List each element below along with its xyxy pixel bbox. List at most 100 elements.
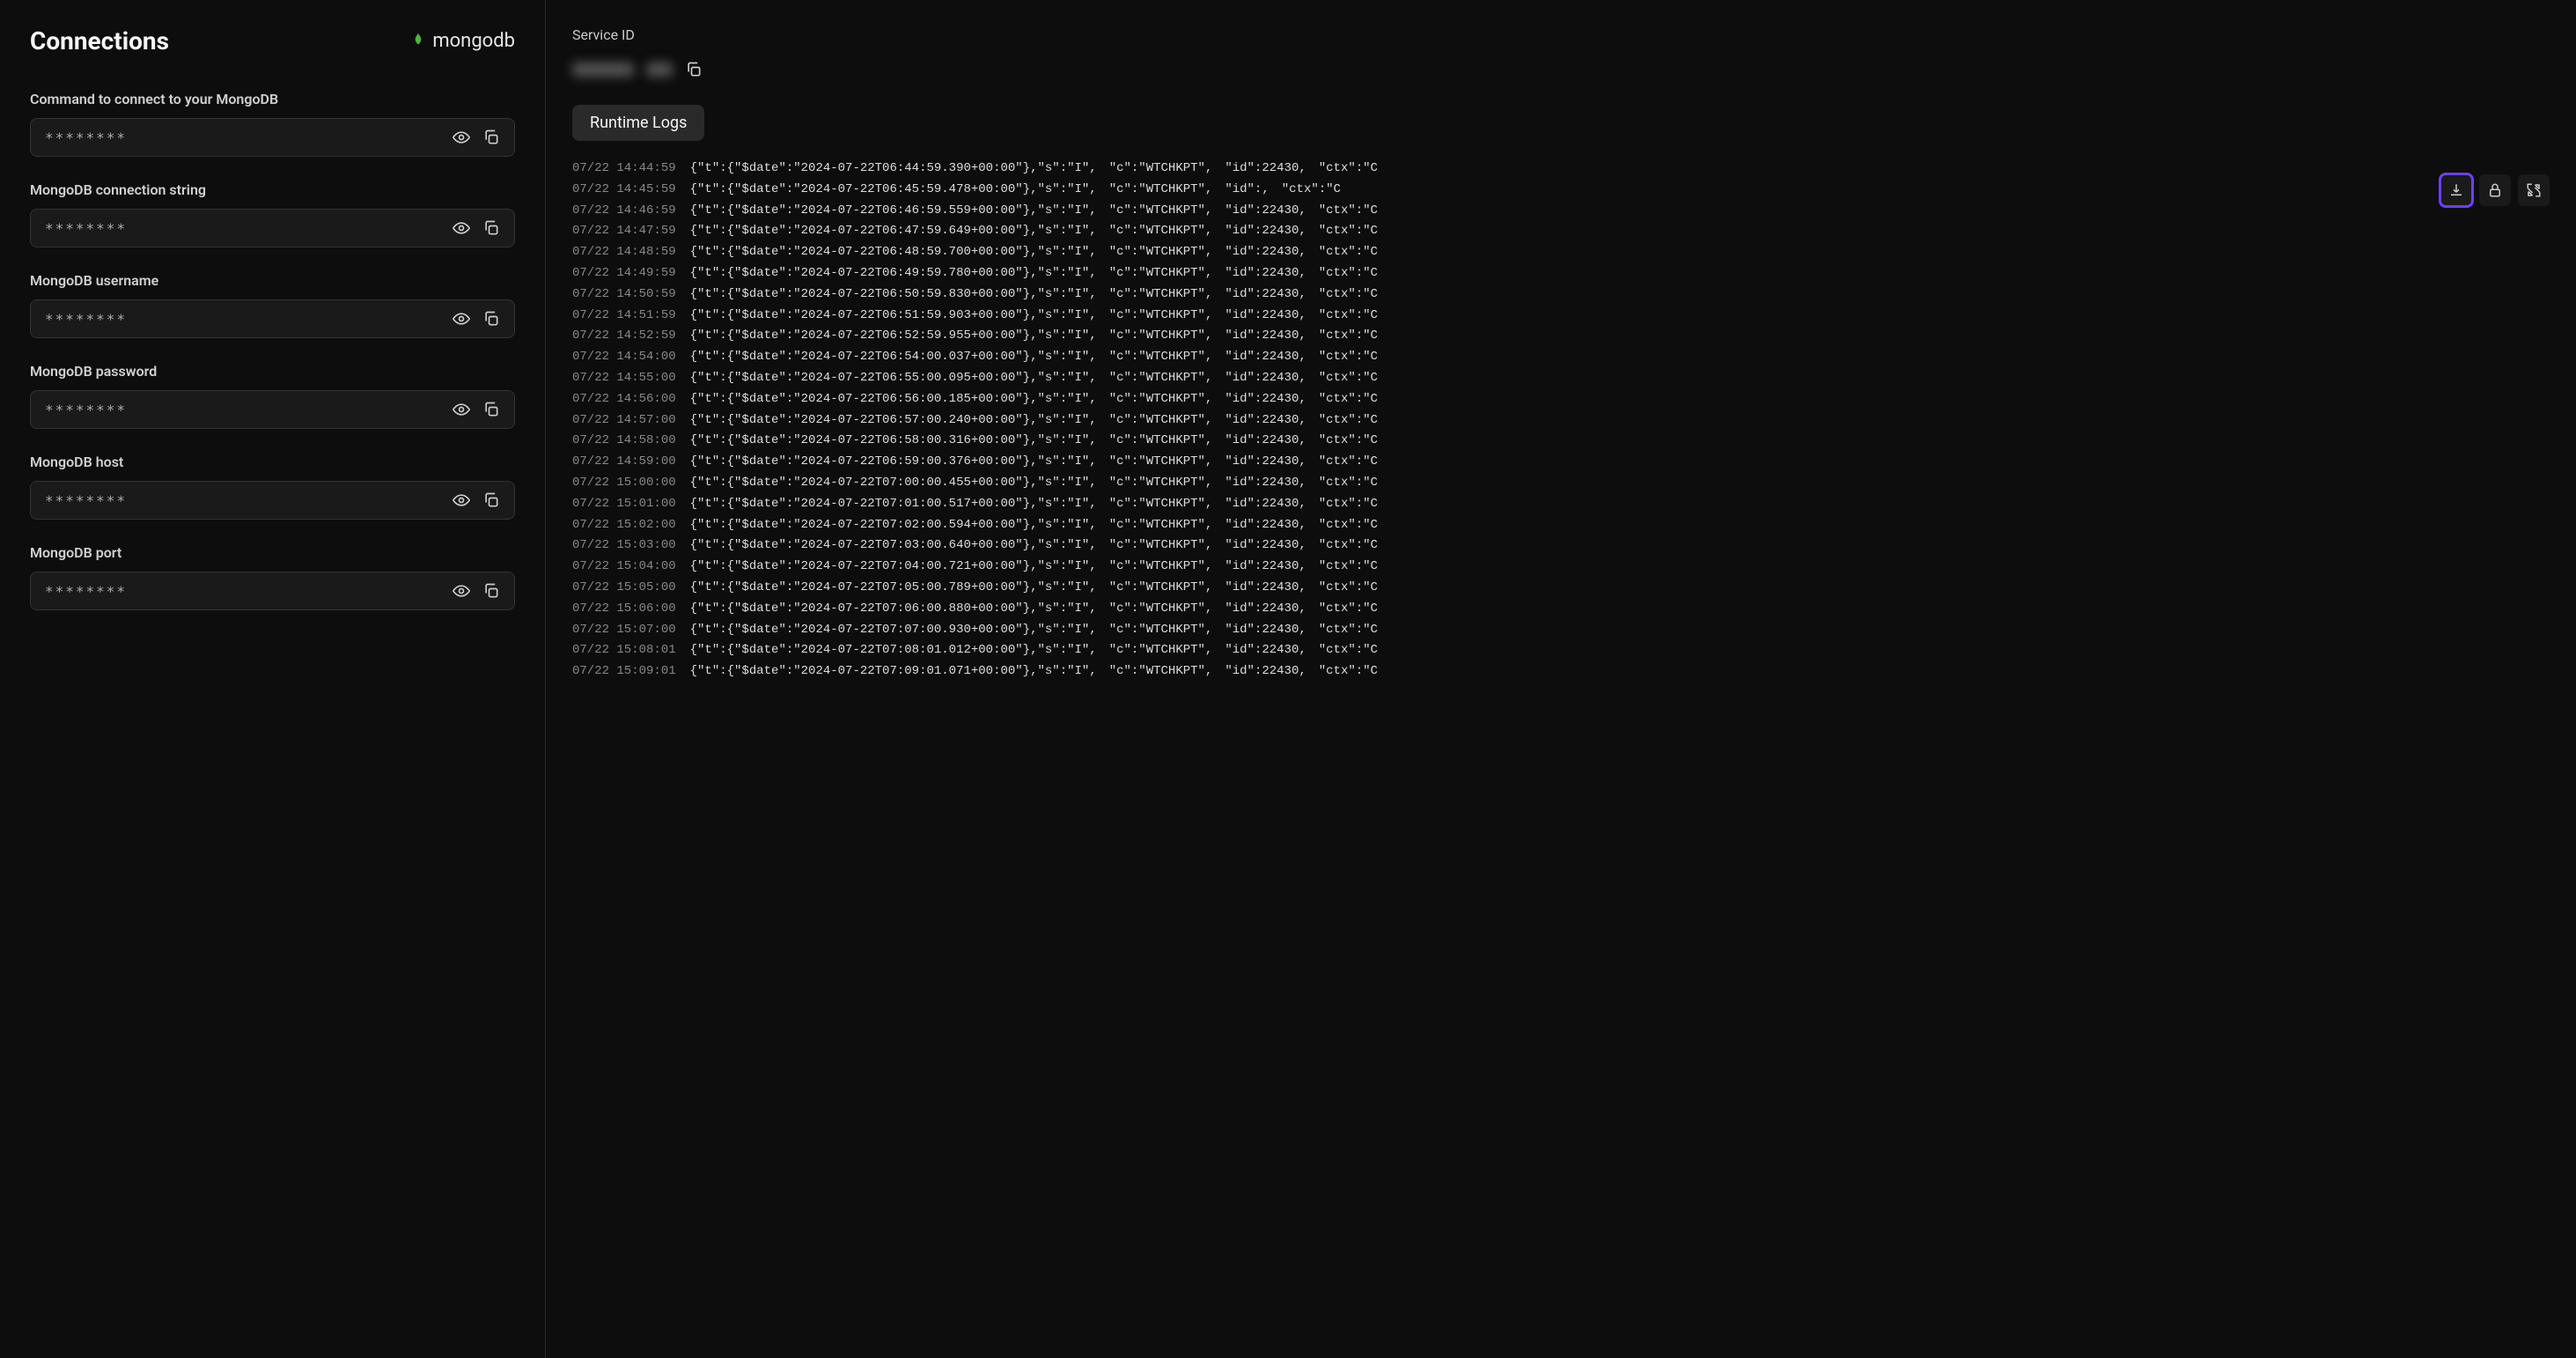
log-line: 07/22 15:02:00{"t":{"$date":"2024-07-22T…: [572, 515, 2558, 536]
log-time: 07/22 15:05:00: [572, 578, 676, 599]
log-content: {"t":{"$date":"2024-07-22T06:45:59.478+0…: [690, 180, 1341, 201]
log-line: 07/22 15:04:00 {"t":{"$date":"2024-07-22T…: [572, 557, 2558, 578]
reveal-icon[interactable]: [453, 219, 470, 237]
log-line: 07/22 14:52:59 {"t":{"$date":"2024-07-22T…: [572, 326, 2558, 347]
log-time: 07/22 14:50:59: [572, 284, 676, 306]
copy-icon[interactable]: [482, 310, 500, 328]
mongodb-label: mongodb: [432, 30, 515, 52]
field-group: MongoDB port ********: [30, 544, 515, 610]
log-line: 07/22 14:47:59 {"t":{"$date":"2024-07-22T…: [572, 221, 2558, 242]
field-label: MongoDB connection string: [30, 181, 515, 198]
copy-icon[interactable]: [482, 491, 500, 509]
log-time: 07/22 15:00:00: [572, 473, 676, 494]
log-line: 07/22 14:44:59 {"t":{"$date":"2024-07-22T…: [572, 159, 2558, 180]
service-id-row: [572, 61, 2558, 78]
field-value: ********: [45, 492, 127, 509]
logs-container[interactable]: 07/22 14:44:59 {"t":{"$date":"2024-07-22T…: [572, 159, 2558, 1358]
page-title: Connections: [30, 26, 169, 55]
log-line: 07/22 15:01:00 {"t":{"$date":"2024-07-22T…: [572, 494, 2558, 515]
log-content: {"t":{"$date":"2024-07-22T07:08:01.012+0…: [690, 640, 1378, 661]
log-time: 07/22 14:44:59: [572, 159, 676, 180]
field-box: ********: [30, 209, 515, 247]
reveal-icon[interactable]: [453, 129, 470, 146]
log-line: 07/22 14:59:00{"t":{"$date":"2024-07-22T…: [572, 452, 2558, 473]
log-content: {"t":{"$date":"2024-07-22T07:02:00.594+0…: [690, 515, 1378, 536]
log-line: 07/22 14:55:00 {"t":{"$date":"2024-07-22T…: [572, 368, 2558, 389]
log-content: {"t":{"$date":"2024-07-22T06:55:00.095+0…: [690, 368, 1378, 389]
field-box: ********: [30, 481, 515, 520]
log-content: {"t":{"$date":"2024-07-22T06:52:59.955+0…: [690, 326, 1378, 347]
field-group: MongoDB username ********: [30, 272, 515, 338]
header-row: Connections mongodb: [30, 26, 515, 55]
mongodb-badge: mongodb: [411, 30, 515, 52]
log-time: 07/22 15:07:00: [572, 620, 676, 641]
log-time: 07/22 14:51:59: [572, 306, 676, 327]
field-value: ********: [45, 311, 127, 328]
copy-icon[interactable]: [482, 401, 500, 418]
copy-icon[interactable]: [482, 129, 500, 146]
log-line: 07/22 15:09:01 {"t":{"$date":"2024-07-22T…: [572, 661, 2558, 683]
log-line: 07/22 15:06:00{"t":{"$date":"2024-07-22T…: [572, 599, 2558, 620]
log-time: 07/22 14:54:00: [572, 347, 676, 368]
copy-service-id-button[interactable]: [685, 61, 703, 78]
reveal-icon[interactable]: [453, 310, 470, 328]
log-content: {"t":{"$date":"2024-07-22T07:07:00.930+0…: [690, 620, 1378, 641]
copy-icon[interactable]: [482, 219, 500, 237]
field-label: Command to connect to your MongoDB: [30, 91, 515, 107]
log-time: 07/22 14:52:59: [572, 326, 676, 347]
download-logs-button[interactable]: [2440, 174, 2472, 206]
log-time: 07/22 15:01:00: [572, 494, 676, 515]
log-line: 07/22 15:00:00 {"t":{"$date":"2024-07-22T…: [572, 473, 2558, 494]
log-line: 07/22 15:07:00 {"t":{"$date":"2024-07-22T…: [572, 620, 2558, 641]
log-line: 07/22 14:49:59{"t":{"$date":"2024-07-22T…: [572, 263, 2558, 284]
log-time: 07/22 14:47:59: [572, 221, 676, 242]
service-id-label: Service ID: [572, 26, 2558, 43]
service-id-value-redacted-2: [646, 63, 673, 77]
field-group: MongoDB connection string ********: [30, 181, 515, 247]
field-group: MongoDB host ********: [30, 454, 515, 520]
log-time: 07/22 14:45:59: [572, 180, 676, 201]
log-line: 07/22 14:56:00{"t":{"$date":"2024-07-22T…: [572, 389, 2558, 410]
field-value: ********: [45, 220, 127, 237]
expand-logs-button[interactable]: [2518, 174, 2550, 206]
log-line: 07/22 14:58:00{"t":{"$date":"2024-07-22T…: [572, 431, 2558, 452]
log-line: 07/22 14:46:59{"t":{"$date":"2024-07-22T…: [572, 201, 2558, 222]
reveal-icon[interactable]: [453, 491, 470, 509]
field-box: ********: [30, 299, 515, 338]
log-content: {"t":{"$date":"2024-07-22T06:54:00.037+0…: [690, 347, 1378, 368]
log-content: {"t":{"$date":"2024-07-22T07:01:00.517+0…: [690, 494, 1378, 515]
log-line: 07/22 14:45:59 {"t":{"$date":"2024-07-22T…: [572, 180, 2558, 201]
log-content: {"t":{"$date":"2024-07-22T06:51:59.903+0…: [690, 306, 1378, 327]
log-content: {"t":{"$date":"2024-07-22T07:00:00.455+0…: [690, 473, 1378, 494]
log-content: {"t":{"$date":"2024-07-22T06:50:59.830+0…: [690, 284, 1378, 306]
copy-icon[interactable]: [482, 582, 500, 600]
log-time: 07/22 14:49:59: [572, 263, 676, 284]
log-time: 07/22 15:09:01: [572, 661, 676, 683]
log-time: 07/22 14:59:00: [572, 452, 676, 473]
log-content: {"t":{"$date":"2024-07-22T06:44:59.390+0…: [690, 159, 1378, 180]
log-line: 07/22 14:48:59{"t":{"$date":"2024-07-22T…: [572, 242, 2558, 263]
reveal-icon[interactable]: [453, 401, 470, 418]
log-line: 07/22 15:08:01 {"t":{"$date":"2024-07-22T…: [572, 640, 2558, 661]
reveal-icon[interactable]: [453, 582, 470, 600]
field-box: ********: [30, 572, 515, 610]
log-content: {"t":{"$date":"2024-07-22T06:46:59.559+0…: [690, 201, 1378, 222]
log-content: {"t":{"$date":"2024-07-22T07:05:00.789+0…: [690, 578, 1378, 599]
log-time: 07/22 15:04:00: [572, 557, 676, 578]
service-id-value-redacted: [572, 63, 634, 77]
log-time: 07/22 14:58:00: [572, 431, 676, 452]
log-line: 07/22 15:05:00 {"t":{"$date":"2024-07-22T…: [572, 578, 2558, 599]
log-line: 07/22 14:54:00 {"t":{"$date":"2024-07-22T…: [572, 347, 2558, 368]
field-value: ********: [45, 129, 127, 146]
field-label: MongoDB host: [30, 454, 515, 470]
log-content: {"t":{"$date":"2024-07-22T06:47:59.649+0…: [690, 221, 1378, 242]
log-time: 07/22 14:56:00: [572, 389, 676, 410]
lock-scroll-button[interactable]: [2479, 174, 2511, 206]
log-line: 07/22 14:50:59 {"t":{"$date":"2024-07-22T…: [572, 284, 2558, 306]
log-time: 07/22 14:55:00: [572, 368, 676, 389]
log-content: {"t":{"$date":"2024-07-22T07:04:00.721+0…: [690, 557, 1378, 578]
log-time: 07/22 15:08:01: [572, 640, 676, 661]
runtime-logs-tab[interactable]: Runtime Logs: [572, 105, 704, 141]
log-content: {"t":{"$date":"2024-07-22T07:09:01.071+0…: [690, 661, 1378, 683]
log-content: {"t":{"$date":"2024-07-22T07:06:00.880+0…: [690, 599, 1378, 620]
